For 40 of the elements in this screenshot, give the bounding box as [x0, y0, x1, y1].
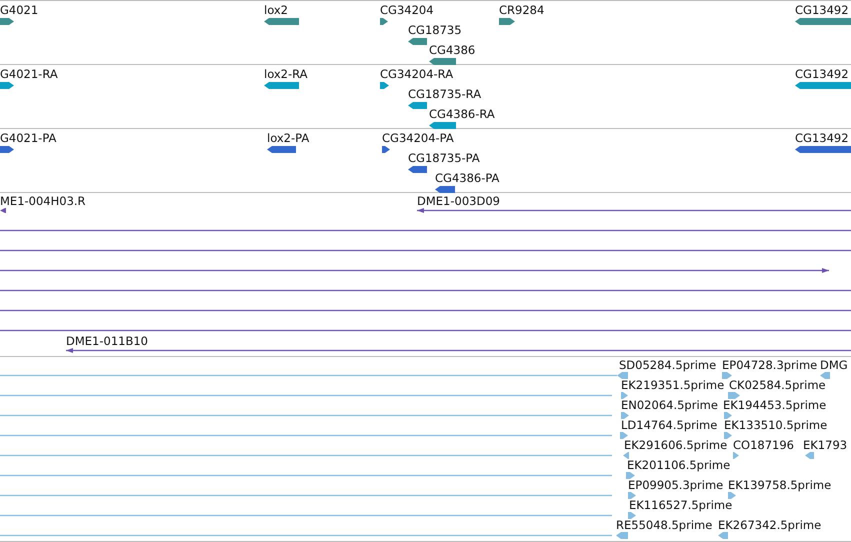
est-label: LD14764.5prime [621, 419, 718, 432]
est-label: EP04728.3prime [722, 359, 818, 372]
transcript-label: CG34204-RA [380, 68, 454, 81]
gene-label: lox2 [264, 4, 288, 17]
est-label: SD05284.5prime [619, 359, 716, 372]
est-label: EK133510.5prime [724, 419, 828, 432]
est-label: RE55048.5prime [616, 519, 712, 532]
transcript-label: CG18735-RA [408, 88, 482, 101]
protein-label: CG34204-PA [382, 132, 454, 145]
est-label: DMG [820, 359, 848, 372]
protein-label: CG13492 [795, 132, 849, 145]
clone-label: ME1-004H03.R [0, 195, 86, 208]
est-label: EK194453.5prime [723, 399, 826, 412]
est-label: CK02584.5prime [729, 379, 826, 392]
est-label: EK291606.5prime [624, 439, 728, 452]
protein-label: G4021-PA [0, 132, 56, 145]
est-label: EN02064.5prime [621, 399, 718, 412]
protein-label: CG4386-PA [435, 172, 500, 185]
gene-label: CR9284 [499, 4, 544, 17]
gene-label: CG34204 [380, 4, 434, 17]
est-label: EK219351.5prime [621, 379, 724, 392]
protein-label: CG18735-PA [408, 152, 480, 165]
gene-label: CG13492 [795, 4, 849, 17]
transcript-label: G4021-RA [0, 68, 58, 81]
est-label: CO187196 [733, 439, 794, 452]
est-label: EK201106.5prime [627, 459, 730, 472]
gene-label: G4021 [0, 4, 38, 17]
est-label: EP09905.3prime [628, 479, 724, 492]
est-label: EK139758.5prime [728, 479, 832, 492]
transcript-label: CG13492 [795, 68, 849, 81]
est-label: EK267342.5prime [718, 519, 822, 532]
gene-label: CG18735 [408, 24, 462, 37]
est-label: EK1793 [803, 439, 848, 452]
transcript-label: lox2-RA [264, 68, 308, 81]
clone-label: DME1-011B10 [66, 335, 148, 348]
gene-label: CG4386 [429, 44, 476, 57]
protein-label: lox2-PA [267, 132, 310, 145]
est-label: EK116527.5prime [629, 499, 732, 512]
clone-label: DME1-003D09 [417, 195, 500, 208]
transcript-label: CG4386-RA [429, 108, 495, 121]
